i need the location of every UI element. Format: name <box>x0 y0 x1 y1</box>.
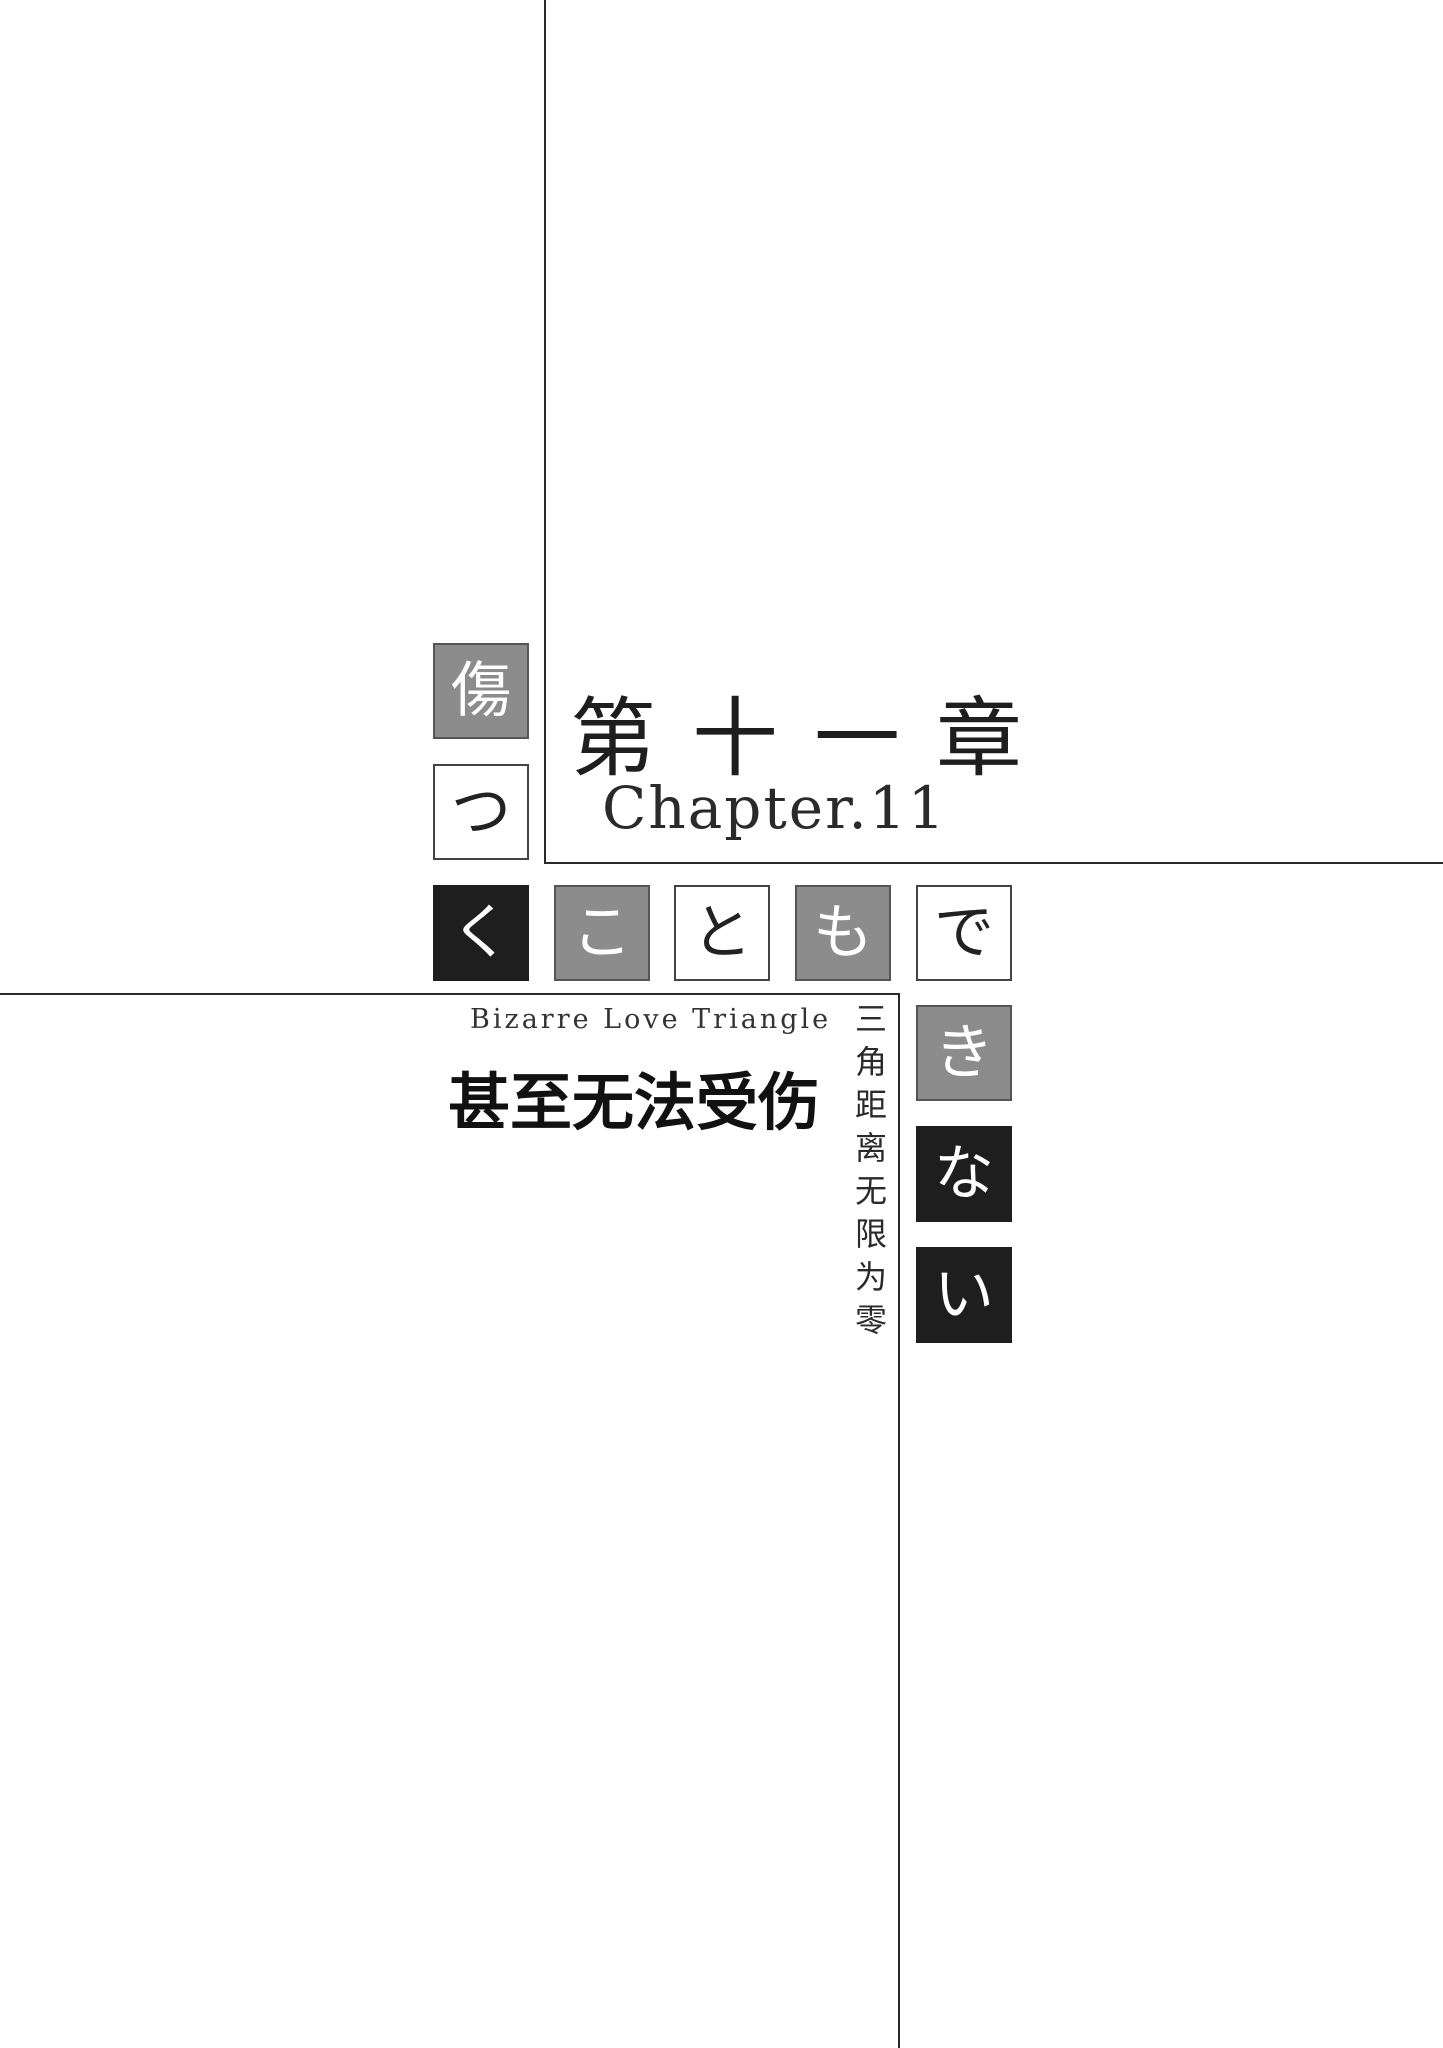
title-tile-9: な <box>916 1126 1012 1222</box>
series-title-cn-vertical: 三角距离无限为零 <box>854 1000 887 1339</box>
frame-line-vertical-top <box>544 0 546 864</box>
title-tile-6: も <box>795 885 891 981</box>
frame-line-vertical-bottom <box>898 993 900 2048</box>
frame-line-horizontal-right <box>544 862 1443 864</box>
title-tile-8: き <box>916 1005 1012 1101</box>
title-tile-10: い <box>916 1247 1012 1343</box>
series-title-en: Bizarre Love Triangle <box>470 1004 832 1035</box>
subtitle-cn: 甚至无法受伤 <box>448 1066 821 1139</box>
title-tile-4: こ <box>554 885 650 981</box>
title-tile-3: く <box>433 885 529 981</box>
title-tile-7: で <box>916 885 1012 981</box>
frame-line-horizontal-left <box>0 993 900 995</box>
title-tile-1: 傷 <box>433 643 529 739</box>
title-tile-5: と <box>674 885 770 981</box>
title-tile-2: つ <box>433 764 529 860</box>
chapter-title-en: Chapter.11 <box>602 774 947 842</box>
